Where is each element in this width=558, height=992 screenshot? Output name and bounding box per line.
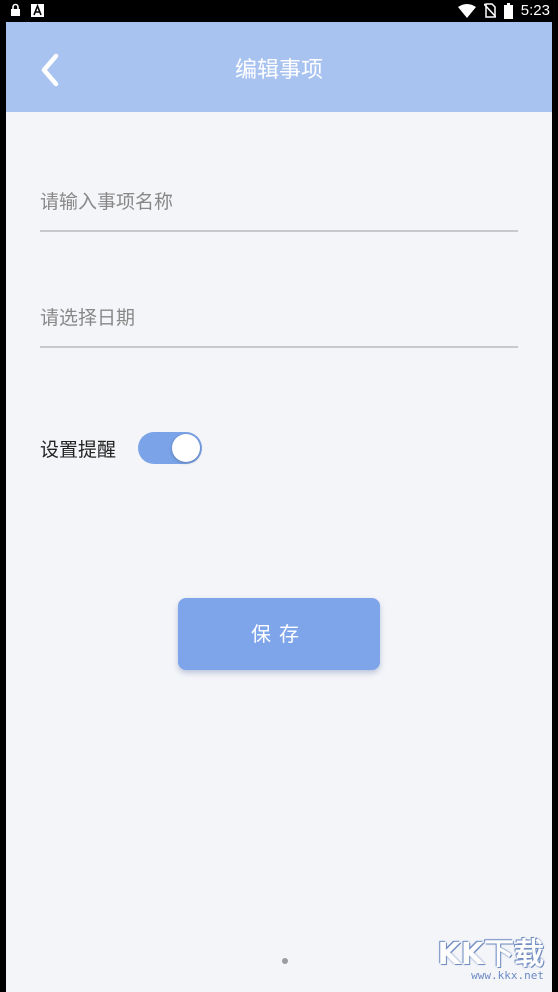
status-time: 5:23 [520, 2, 550, 19]
back-button[interactable] [34, 50, 68, 90]
a-icon [31, 3, 44, 17]
toggle-knob [172, 434, 201, 462]
status-bar: 5:23 [0, 0, 558, 22]
no-sim-icon [483, 3, 496, 18]
name-input[interactable] [40, 184, 518, 220]
chevron-left-icon [41, 53, 59, 87]
battery-icon [503, 2, 513, 19]
watermark-main: KK下载 [437, 937, 545, 972]
status-right: 5:23 [457, 2, 550, 19]
date-field [40, 286, 518, 348]
wifi-icon [457, 3, 476, 18]
page-title: 编辑事项 [234, 58, 323, 83]
app-screen: 编辑事项 设置提醒 保存 KK下载 www.kkx.net [6, 22, 552, 992]
watermark-logo: KK下载 www.kkx.net [438, 929, 545, 982]
lock-icon [11, 3, 20, 16]
reminder-toggle[interactable] [138, 432, 203, 464]
name-field [40, 170, 518, 232]
status-left [10, 3, 44, 17]
save-button[interactable]: 保存 [178, 598, 380, 670]
reminder-label: 设置提醒 [40, 438, 117, 461]
header-bar: 编辑事项 [6, 22, 552, 112]
page-indicator-dot [282, 958, 288, 964]
reminder-row: 设置提醒 [40, 430, 203, 466]
date-input[interactable] [40, 300, 518, 336]
